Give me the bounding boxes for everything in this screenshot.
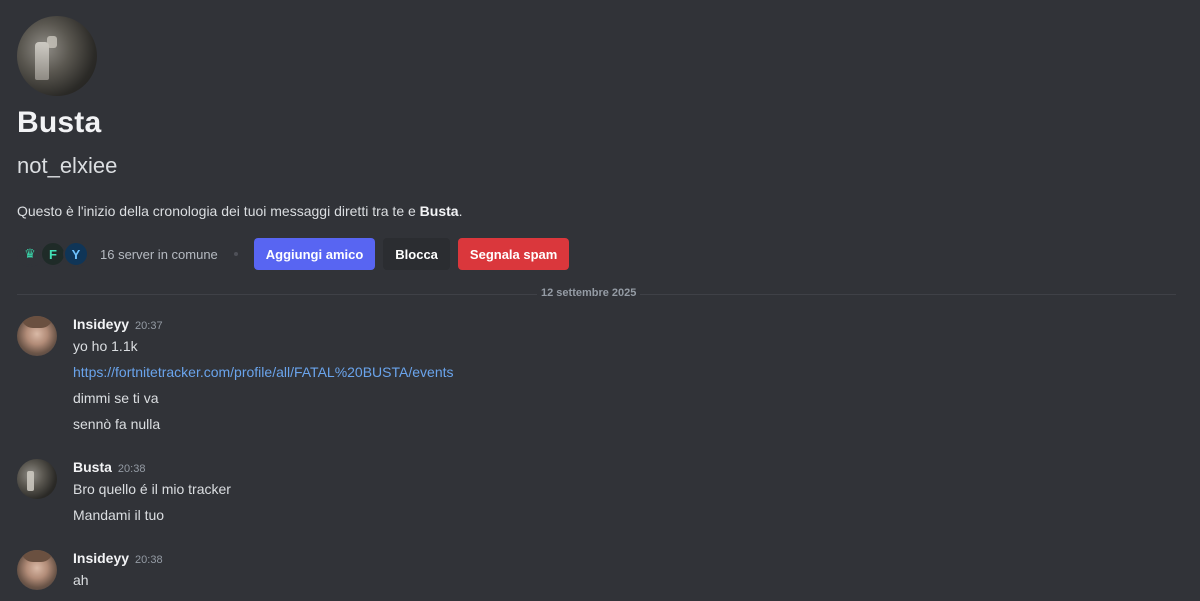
profile-actions: ♛ F Y 16 server in comune Aggiungi amico… [17,238,577,270]
date-divider-label: 12 settembre 2025 [537,287,641,299]
block-button[interactable]: Blocca [383,238,450,270]
dm-intro-text: Questo è l'inizio della cronologia dei t… [17,203,462,219]
message-header: Insideyy 20:38 [73,550,163,568]
avatar-figure-head [47,36,57,48]
message-line: sennò fa nulla [73,416,161,432]
profile-username: not_elxiee [17,153,118,178]
message-author[interactable]: Insideyy [73,316,129,332]
message-line: yo ho 1.1k [73,338,138,354]
profile-display-name[interactable]: Busta [17,106,101,140]
avatar-hair [21,316,53,328]
letter-y-icon: Y [63,241,89,267]
avatar-hair [21,550,53,562]
message-line: Mandami il tuo [73,507,165,523]
avatar[interactable] [17,459,57,499]
intro-name: Busta [419,203,459,219]
message-author[interactable]: Insideyy [73,550,129,566]
intro-suffix: . [458,203,463,219]
report-spam-button[interactable]: Segnala spam [457,238,570,270]
avatar-figure [35,42,49,80]
message-author[interactable]: Busta [73,459,112,475]
message-link[interactable]: https://fortnitetracker.com/profile/all/… [73,364,454,380]
avatar[interactable] [17,550,57,590]
dm-channel: Busta not_elxiee Questo è l'inizio della… [0,0,1200,601]
message-line: dimmi se ti va [73,390,159,406]
profile-avatar[interactable] [17,16,97,96]
separator-dot [233,252,238,256]
avatar-figure [27,471,34,491]
message-line: ah [73,572,89,588]
intro-prefix: Questo è l'inizio della cronologia dei t… [17,203,420,219]
message-header: Insideyy 20:37 [73,316,163,334]
message-line: Bro quello é il mio tracker [73,481,231,497]
mutual-servers-count[interactable]: 16 server in comune [100,247,218,262]
message-timestamp: 20:38 [135,554,163,566]
message-header: Busta 20:38 [73,459,145,477]
message-timestamp: 20:38 [117,463,146,475]
avatar[interactable] [17,316,57,356]
message-timestamp: 20:37 [135,320,163,332]
mutual-server-icons[interactable]: ♛ F Y [17,241,89,267]
add-friend-button[interactable]: Aggiungi amico [253,238,376,270]
